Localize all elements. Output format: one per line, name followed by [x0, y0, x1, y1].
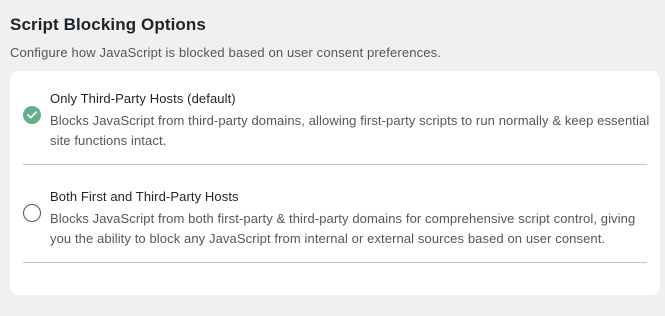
- divider: [23, 164, 647, 165]
- section-title: Script Blocking Options: [10, 15, 206, 34]
- option-description: Blocks JavaScript from third-party domai…: [50, 113, 650, 148]
- option-description: Blocks JavaScript from both first-party …: [50, 211, 636, 246]
- checkmark-icon: [27, 111, 37, 119]
- option-first-and-third-party[interactable]: Both First and Third-Party Hosts Blocks …: [23, 187, 647, 263]
- option-label: Both First and Third-Party Hosts: [50, 189, 239, 204]
- divider: [23, 262, 647, 263]
- option-third-party-only[interactable]: Only Third-Party Hosts (default) Blocks …: [23, 89, 650, 165]
- radio-unselected[interactable]: [23, 204, 41, 222]
- radio-selected[interactable]: [23, 106, 41, 124]
- section-description: Configure how JavaScript is blocked base…: [10, 45, 442, 60]
- options-card: Only Third-Party Hosts (default) Blocks …: [10, 71, 660, 295]
- option-label: Only Third-Party Hosts (default): [50, 91, 236, 106]
